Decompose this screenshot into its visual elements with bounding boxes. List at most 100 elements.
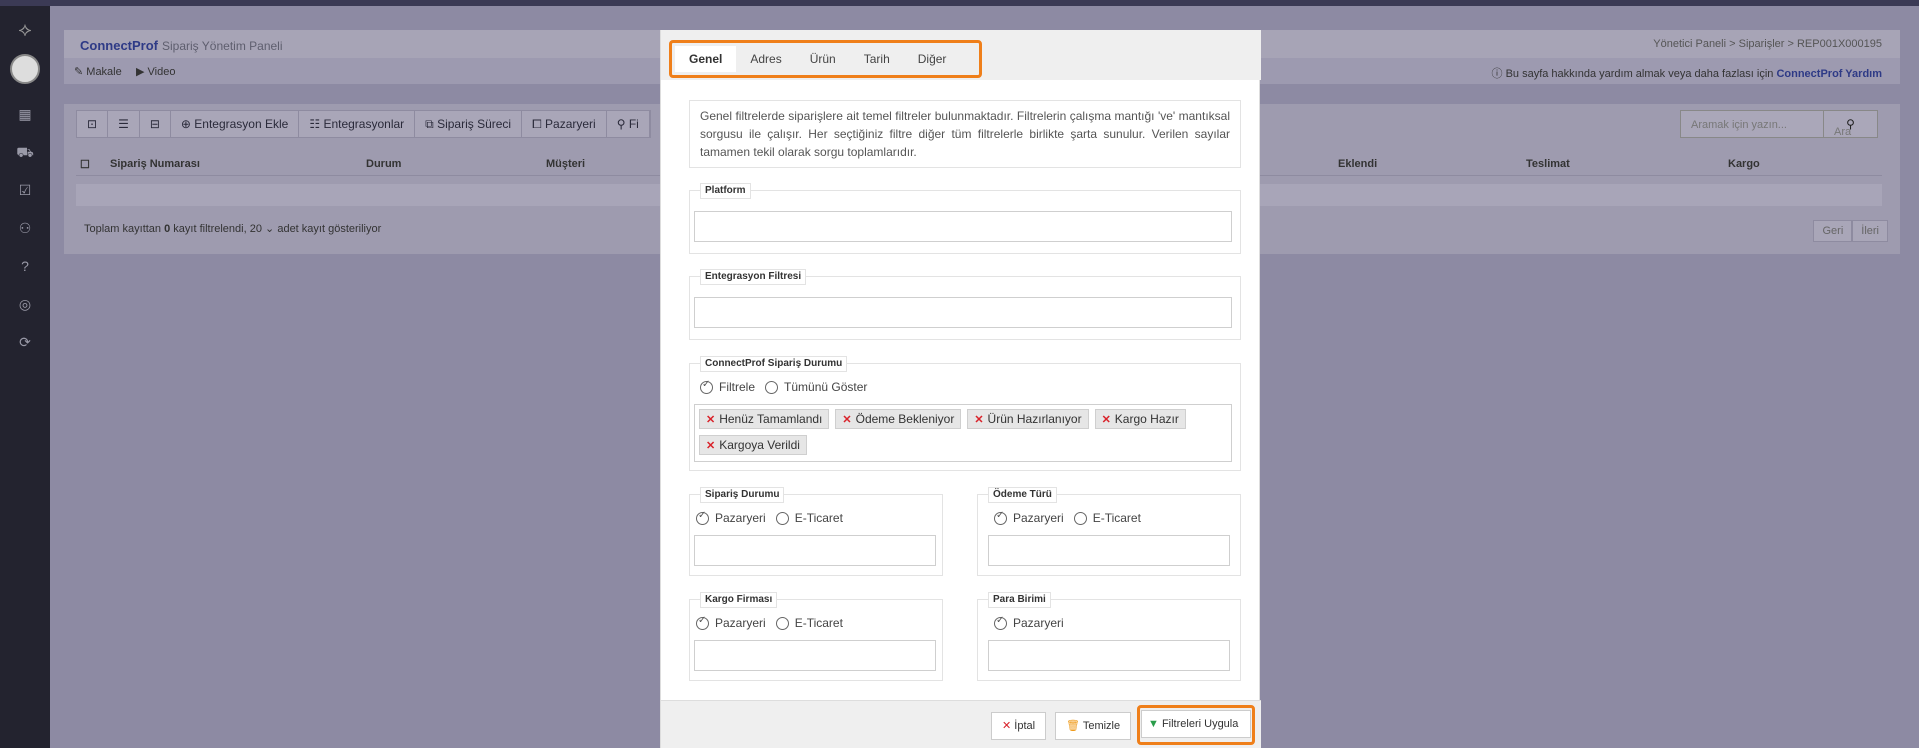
col-added[interactable]: Eklendi: [1338, 158, 1377, 170]
page-size-select[interactable]: 20 ⌄: [250, 223, 275, 235]
currency-marketplace-radio[interactable]: [994, 615, 1007, 630]
next-button[interactable]: İleri: [1852, 220, 1888, 242]
sync-icon[interactable]: ⟳: [15, 332, 35, 352]
col-customer[interactable]: Müşteri: [546, 158, 585, 170]
filter-intro-text: Genel filtrelerde siparişlere ait temel …: [689, 100, 1241, 168]
tab-genel[interactable]: Genel: [675, 46, 737, 72]
modal-footer: ✕ İptal 🗑 Temizle ▼ Filtreleri Uygula: [661, 700, 1261, 748]
status-tag[interactable]: ✕ Kargoya Verildi: [699, 435, 807, 455]
integration-filter-label: Entegrasyon Filtresi: [700, 269, 807, 285]
status-tag-input[interactable]: ✕ Henüz Tamamlandı ✕ Ödeme Bekleniyor ✕ Ürü…: [694, 404, 1232, 462]
order-process-button[interactable]: ⧉ Sipariş Süreci: [415, 111, 523, 137]
article-link[interactable]: ✎ Makale: [74, 65, 122, 78]
filter-icon: ▼: [1148, 718, 1159, 730]
col-status[interactable]: Durum: [366, 158, 401, 170]
filter-tabs: Genel Adres Ürün Tarih Diğer: [669, 40, 982, 78]
cart-icon[interactable]: ⛟: [15, 142, 35, 162]
close-icon: ✕: [1002, 720, 1012, 732]
platform-label: Platform: [700, 183, 751, 199]
search-box: Aramak için yazın... ⚲ Ara: [1680, 110, 1878, 138]
avatar[interactable]: [10, 54, 40, 84]
trash-icon: 🗑: [1066, 720, 1080, 732]
cargo-company-input[interactable]: [694, 640, 936, 671]
logo-icon[interactable]: ⟡: [13, 18, 37, 42]
cargo-company-group: Kargo Firması Pazaryeri E-Ticaret: [689, 592, 943, 681]
apply-highlight: ▼ Filtreleri Uygula: [1137, 705, 1255, 745]
prev-button[interactable]: Geri: [1813, 220, 1853, 242]
filter-modal: Genel Adres Ürün Tarih Diğer Genel filtr…: [660, 30, 1261, 748]
payment-type-radios: Pazaryeri E-Ticaret: [994, 510, 1151, 525]
help-text: ⓘ Bu sayfa hakkında yardım almak veya da…: [1491, 68, 1882, 80]
help-link[interactable]: ConnectProf Yardım: [1776, 68, 1882, 80]
tab-diger[interactable]: Diğer: [904, 46, 961, 72]
filter-radio[interactable]: [700, 379, 713, 394]
platform-input[interactable]: [694, 211, 1232, 242]
order-status-radios: Pazaryeri E-Ticaret: [696, 510, 853, 525]
select-all-checkbox[interactable]: ☐: [80, 158, 90, 171]
currency-radios: Pazaryeri: [994, 615, 1074, 630]
users-settings-icon[interactable]: ⚇: [15, 218, 35, 238]
tab-adres[interactable]: Adres: [736, 46, 795, 72]
help-icon[interactable]: ?: [15, 256, 35, 276]
currency-label: Para Birimi: [988, 592, 1051, 608]
integrations-button[interactable]: ☷ Entegrasyonlar: [299, 111, 416, 137]
view-icon[interactable]: ⊡: [77, 111, 109, 137]
remove-tag-icon: ✕: [706, 414, 716, 426]
order-status-group: Sipariş Durumu Pazaryeri E-Ticaret: [689, 487, 943, 576]
payment-type-input[interactable]: [988, 535, 1230, 566]
order-status-marketplace-radio[interactable]: [696, 510, 709, 525]
breadcrumb[interactable]: Yönetici Paneli > Siparişler > REP001X00…: [1653, 38, 1882, 50]
cp-status-group: ConnectProf Sipariş Durumu Filtrele Tümü…: [689, 356, 1241, 471]
platform-group: Platform: [689, 183, 1241, 254]
show-all-radio[interactable]: [765, 380, 779, 394]
integration-filter-input[interactable]: [694, 297, 1232, 328]
status-tag[interactable]: ✕ Henüz Tamamlandı: [699, 409, 830, 429]
cp-status-radios: Filtrele Tümünü Göster: [700, 379, 877, 394]
cp-status-label: ConnectProf Sipariş Durumu: [700, 356, 848, 372]
calendar-check-icon[interactable]: ☑: [15, 180, 35, 200]
marketplace-button[interactable]: ⧠ Pazaryeri: [522, 111, 607, 137]
search-button[interactable]: ⚲ Ara: [1823, 111, 1877, 138]
page-subtitle: Sipariş Yönetim Paneli: [162, 39, 283, 53]
payment-type-label: Ödeme Türü: [988, 487, 1057, 503]
apply-filters-button[interactable]: ▼ Filtreleri Uygula: [1141, 710, 1251, 738]
clear-button[interactable]: 🗑 Temizle: [1055, 712, 1132, 740]
status-tag[interactable]: ✕ Ürün Hazırlanıyor: [967, 409, 1089, 429]
toolbar: ⊡ ☰ ⊟ ⊕ Entegrasyon Ekle ☷ Entegrasyonla…: [76, 110, 651, 138]
payment-type-group: Ödeme Türü Pazaryeri E-Ticaret: [977, 487, 1241, 576]
remove-tag-icon: ✕: [1101, 414, 1111, 426]
currency-input[interactable]: [988, 640, 1230, 671]
order-status-input[interactable]: [694, 535, 936, 566]
video-link[interactable]: ▶ Video: [136, 65, 175, 78]
status-tag[interactable]: ✕ Kargo Hazır: [1094, 409, 1186, 429]
currency-group: Para Birimi Pazaryeri: [977, 592, 1241, 681]
table-footer: Toplam kayıttan 0 kayıt filtrelendi, 20 …: [84, 223, 382, 235]
order-status-ecommerce-radio[interactable]: [775, 511, 789, 525]
payment-ecommerce-radio[interactable]: [1073, 511, 1087, 525]
tab-tarih[interactable]: Tarih: [850, 46, 904, 72]
sidebar: ⟡ ▦ ⛟ ☑ ⚇ ? ◎ ⟳: [0, 6, 50, 748]
integration-filter-group: Entegrasyon Filtresi: [689, 269, 1241, 340]
target-icon[interactable]: ◎: [15, 294, 35, 314]
status-tag[interactable]: ✕ Ödeme Bekleniyor: [835, 409, 962, 429]
dashboard-icon[interactable]: ▦: [15, 104, 35, 124]
payment-marketplace-radio[interactable]: [994, 510, 1007, 525]
col-order-number[interactable]: Sipariş Numarası: [110, 158, 200, 170]
remove-tag-icon: ✕: [706, 440, 716, 452]
cargo-company-radios: Pazaryeri E-Ticaret: [696, 615, 853, 630]
cargo-marketplace-radio[interactable]: [696, 615, 709, 630]
filter-button[interactable]: ⚲ Fi: [607, 111, 650, 137]
export-icon[interactable]: ⊟: [140, 111, 171, 137]
remove-tag-icon: ✕: [842, 414, 852, 426]
list-sort-icon[interactable]: ☰: [108, 111, 140, 137]
cargo-company-label: Kargo Firması: [700, 592, 778, 608]
col-cargo[interactable]: Kargo: [1728, 158, 1760, 170]
col-delivery[interactable]: Teslimat: [1526, 158, 1570, 170]
search-input[interactable]: Aramak için yazın...: [1691, 119, 1787, 131]
cargo-ecommerce-radio[interactable]: [775, 616, 789, 630]
order-status-label: Sipariş Durumu: [700, 487, 785, 503]
tab-urun[interactable]: Ürün: [796, 46, 850, 72]
add-integration-button[interactable]: ⊕ Entegrasyon Ekle: [171, 111, 300, 137]
pager: Geri İleri: [1813, 220, 1888, 242]
cancel-button[interactable]: ✕ İptal: [991, 712, 1047, 740]
